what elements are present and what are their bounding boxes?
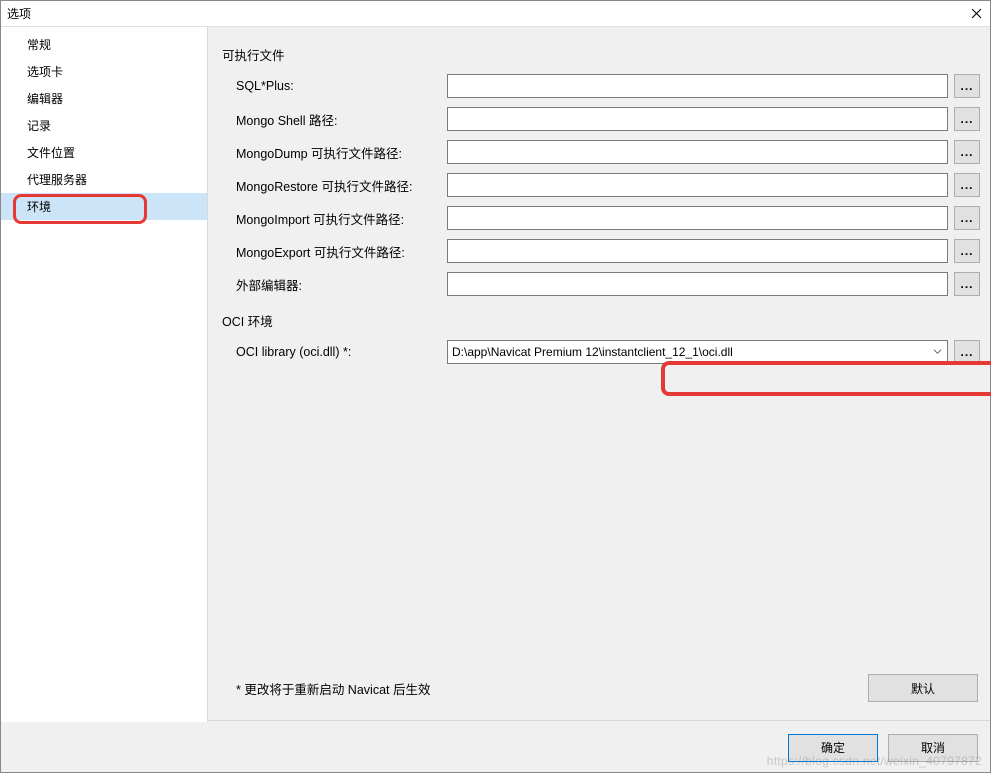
row-external-editor: 外部编辑器: ... — [222, 272, 980, 296]
row-oci: OCI library (oci.dll) *: ... — [222, 340, 980, 364]
sidebar-item-label: 常规 — [27, 38, 51, 52]
cancel-button[interactable]: 取消 — [888, 734, 978, 762]
sidebar-item-records[interactable]: 记录 — [1, 112, 207, 139]
titlebar: 选项 — [1, 1, 990, 27]
bottom-bar: 确定 取消 https://blog.csdn.net/weixin_40797… — [1, 722, 990, 772]
ok-button[interactable]: 确定 — [788, 734, 878, 762]
separator — [208, 720, 990, 721]
row-mongoshell: Mongo Shell 路径: ... — [222, 107, 980, 131]
sidebar-item-tabs[interactable]: 选项卡 — [1, 58, 207, 85]
browse-button[interactable]: ... — [954, 206, 980, 230]
label-mongoexport: MongoExport 可执行文件路径: — [222, 242, 447, 261]
ellipsis-icon: ... — [960, 277, 973, 291]
sidebar-item-filelocation[interactable]: 文件位置 — [1, 139, 207, 166]
ellipsis-icon: ... — [960, 145, 973, 159]
input-mongorestore[interactable] — [447, 173, 948, 197]
label-mongoimport: MongoImport 可执行文件路径: — [222, 209, 447, 228]
label-mongodump: MongoDump 可执行文件路径: — [222, 143, 447, 162]
section-oci-title: OCI 环境 — [222, 311, 980, 330]
label-oci: OCI library (oci.dll) *: — [222, 345, 447, 359]
sidebar-item-editor[interactable]: 编辑器 — [1, 85, 207, 112]
label-sqlplus: SQL*Plus: — [222, 79, 447, 93]
sidebar-item-label: 环境 — [27, 200, 51, 214]
sidebar-item-label: 选项卡 — [27, 65, 63, 79]
restart-note: * 更改将于重新启动 Navicat 后生效 — [236, 679, 430, 698]
default-button[interactable]: 默认 — [868, 674, 978, 702]
ellipsis-icon: ... — [960, 345, 973, 359]
label-mongoshell: Mongo Shell 路径: — [222, 110, 447, 129]
content-panel: 可执行文件 SQL*Plus: ... Mongo Shell 路径: ... … — [208, 27, 990, 722]
ellipsis-icon: ... — [960, 211, 973, 225]
browse-button[interactable]: ... — [954, 74, 980, 98]
browse-button[interactable]: ... — [954, 239, 980, 263]
sidebar-item-general[interactable]: 常规 — [1, 31, 207, 58]
input-sqlplus[interactable] — [447, 74, 948, 98]
sidebar-item-proxy[interactable]: 代理服务器 — [1, 166, 207, 193]
sidebar-item-label: 文件位置 — [27, 146, 75, 160]
input-mongoshell[interactable] — [447, 107, 948, 131]
ellipsis-icon: ... — [960, 79, 973, 93]
ellipsis-icon: ... — [960, 178, 973, 192]
ellipsis-icon: ... — [960, 112, 973, 126]
sidebar-item-label: 代理服务器 — [27, 173, 87, 187]
label-external-editor: 外部编辑器: — [222, 275, 447, 294]
browse-button[interactable]: ... — [954, 173, 980, 197]
label-mongorestore: MongoRestore 可执行文件路径: — [222, 176, 447, 195]
browse-button[interactable]: ... — [954, 272, 980, 296]
ellipsis-icon: ... — [960, 244, 973, 258]
browse-button[interactable]: ... — [954, 107, 980, 131]
sidebar-item-label: 记录 — [27, 119, 51, 133]
row-mongodump: MongoDump 可执行文件路径: ... — [222, 140, 980, 164]
input-mongoimport[interactable] — [447, 206, 948, 230]
row-mongorestore: MongoRestore 可执行文件路径: ... — [222, 173, 980, 197]
row-mongoimport: MongoImport 可执行文件路径: ... — [222, 206, 980, 230]
browse-button[interactable]: ... — [954, 140, 980, 164]
sidebar: 常规 选项卡 编辑器 记录 文件位置 代理服务器 环境 — [1, 27, 208, 722]
input-mongoexport[interactable] — [447, 239, 948, 263]
sidebar-item-environment[interactable]: 环境 — [1, 193, 207, 220]
close-icon[interactable] — [968, 6, 984, 22]
row-mongoexport: MongoExport 可执行文件路径: ... — [222, 239, 980, 263]
row-sqlplus: SQL*Plus: ... — [222, 74, 980, 98]
browse-button[interactable]: ... — [954, 340, 980, 364]
input-mongodump[interactable] — [447, 140, 948, 164]
section-executables-title: 可执行文件 — [222, 45, 980, 64]
window-title: 选项 — [7, 5, 31, 22]
input-external-editor[interactable] — [447, 272, 948, 296]
combo-oci[interactable] — [447, 340, 948, 364]
sidebar-item-label: 编辑器 — [27, 92, 63, 106]
